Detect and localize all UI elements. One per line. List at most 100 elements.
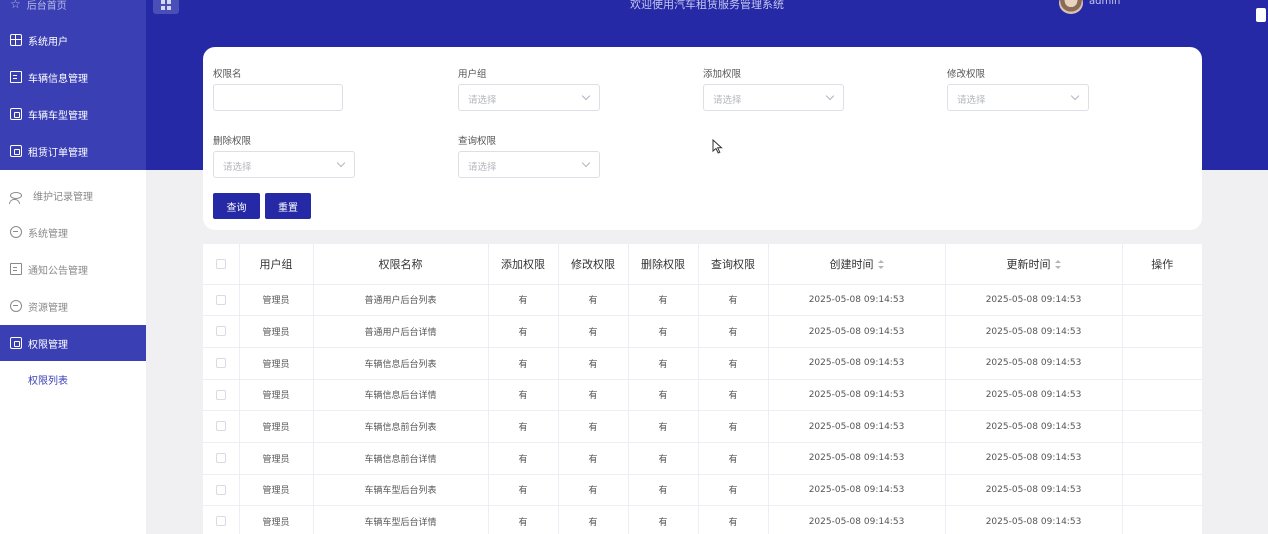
circle-icon — [10, 300, 22, 312]
table-row: 管理员 车辆信息后台列表有有有有 2025-05-08 09:14:53 2025-0… — [203, 347, 1202, 380]
user-icon — [9, 191, 22, 204]
cell-edit: 有 — [558, 442, 629, 475]
sidebar-item-label: 车辆信息管理 — [28, 73, 88, 85]
reset-button[interactable]: 重置 — [265, 193, 311, 219]
cell-add: 有 — [488, 505, 559, 534]
cell-user-group: 管理员 — [239, 474, 314, 507]
column-header-query: 查询权限 — [698, 244, 769, 285]
cell-actions[interactable] — [1122, 442, 1202, 475]
box-icon — [10, 145, 22, 157]
row-select-cell — [203, 442, 240, 475]
row-checkbox[interactable] — [215, 453, 226, 464]
cell-updated: 2025-05-08 09:14:53 — [945, 315, 1123, 348]
column-header-created[interactable]: 创建时间 — [768, 244, 946, 285]
table-row: 管理员 普通用户后台详情有有有有 2025-05-08 09:14:53 2025-0… — [203, 315, 1202, 348]
sidebar-item-home[interactable]: ☆ 后台首页 — [0, 0, 146, 22]
permission-name-input[interactable] — [213, 84, 343, 111]
row-checkbox[interactable] — [215, 357, 226, 368]
edit-permission-select[interactable]: 请选择 — [947, 84, 1089, 111]
column-header-user-group: 用户组 — [239, 244, 314, 285]
cell-actions[interactable] — [1122, 410, 1202, 443]
cell-permission-name: 普通用户后台详情 — [313, 315, 489, 348]
sidebar-item-resources[interactable]: 资源管理 — [0, 288, 146, 324]
sort-icon[interactable] — [1054, 260, 1061, 270]
row-checkbox[interactable] — [215, 389, 226, 400]
cell-add: 有 — [488, 315, 559, 348]
field-label-edit-permission: 修改权限 — [947, 69, 986, 80]
table-row: 管理员 车辆信息前台列表有有有有 2025-05-08 09:14:53 2025-0… — [203, 410, 1202, 443]
delete-permission-select[interactable]: 请选择 — [213, 151, 355, 178]
sidebar-item-system-users[interactable]: 系统用户 — [0, 22, 146, 58]
column-header-updated[interactable]: 更新时间 — [945, 244, 1123, 285]
chevron-down-icon — [825, 91, 835, 101]
user-group-select[interactable]: 请选择 — [458, 84, 600, 111]
add-permission-select[interactable]: 请选择 — [703, 84, 844, 111]
cell-actions[interactable] — [1122, 474, 1202, 507]
row-checkbox[interactable] — [215, 484, 226, 495]
cell-user-group: 管理员 — [239, 315, 314, 348]
cell-query: 有 — [698, 474, 769, 507]
table-row: 管理员 车辆信息后台详情有有有有 2025-05-08 09:14:53 2025-0… — [203, 379, 1202, 412]
sidebar-item-rental-orders[interactable]: 租赁订单管理 — [0, 133, 146, 169]
mouse-cursor-icon — [712, 139, 723, 154]
sidebar-item-announcements[interactable]: 通知公告管理 — [0, 251, 146, 287]
select-all-checkbox[interactable] — [215, 259, 226, 270]
cell-query: 有 — [698, 315, 769, 348]
username[interactable]: admin — [1089, 0, 1120, 7]
cell-user-group: 管理员 — [239, 347, 314, 380]
sidebar-item-vehicle-info[interactable]: 车辆信息管理 — [0, 59, 146, 95]
sidebar-item-label: 维护记录管理 — [33, 191, 93, 203]
cell-actions[interactable] — [1122, 505, 1202, 534]
cell-delete: 有 — [628, 410, 699, 443]
sidebar-item-vehicle-model[interactable]: 车辆车型管理 — [0, 96, 146, 132]
row-checkbox[interactable] — [215, 516, 226, 527]
row-checkbox[interactable] — [215, 421, 226, 432]
cell-created: 2025-05-08 09:14:53 — [768, 284, 946, 317]
cell-actions[interactable] — [1122, 347, 1202, 380]
scrollbar-handle[interactable] — [1256, 8, 1266, 22]
cell-query: 有 — [698, 442, 769, 475]
sidebar-item-permissions[interactable]: 权限管理 — [0, 325, 146, 361]
cell-add: 有 — [488, 474, 559, 507]
query-permission-select[interactable]: 请选择 — [458, 151, 600, 178]
sidebar-item-system-settings[interactable]: 系统管理 — [0, 214, 146, 250]
field-label-delete-permission: 删除权限 — [213, 136, 252, 147]
cell-delete: 有 — [628, 347, 699, 380]
cell-edit: 有 — [558, 379, 629, 412]
query-button[interactable]: 查询 — [213, 193, 260, 219]
chevron-down-icon — [336, 158, 346, 168]
sidebar-item-maintenance[interactable]: 维护记录管理 — [0, 177, 146, 213]
column-header-edit: 修改权限 — [558, 244, 629, 285]
cell-user-group: 管理员 — [239, 379, 314, 412]
box-icon — [10, 108, 22, 120]
cell-add: 有 — [488, 410, 559, 443]
row-select-cell — [203, 379, 240, 412]
row-checkbox[interactable] — [215, 294, 226, 305]
sidebar-subitem-permission-list[interactable]: 权限列表 — [28, 372, 68, 387]
row-select-cell — [203, 505, 240, 534]
cell-actions[interactable] — [1122, 284, 1202, 317]
cell-updated: 2025-05-08 09:14:53 — [945, 379, 1123, 412]
search-panel: 权限名 用户组 请选择 添加权限 请选择 修改权限 请选择 删除权限 请选择 查… — [203, 47, 1202, 230]
cell-delete: 有 — [628, 315, 699, 348]
cell-created: 2025-05-08 09:14:53 — [768, 474, 946, 507]
cell-actions[interactable] — [1122, 315, 1202, 348]
row-checkbox[interactable] — [215, 326, 226, 337]
box-icon — [10, 337, 22, 349]
menu-toggle-button[interactable] — [153, 0, 179, 14]
cell-edit: 有 — [558, 347, 629, 380]
cell-edit: 有 — [558, 315, 629, 348]
field-label-query-permission: 查询权限 — [458, 136, 497, 147]
star-icon: ☆ — [10, 0, 21, 11]
cell-permission-name: 车辆信息后台列表 — [313, 347, 489, 380]
cell-edit: 有 — [558, 474, 629, 507]
cell-actions[interactable] — [1122, 379, 1202, 412]
document-icon — [10, 71, 22, 83]
select-all-cell — [203, 244, 240, 285]
row-select-cell — [203, 347, 240, 380]
table-row: 管理员 普通用户后台列表有有有有 2025-05-08 09:14:53 2025-0… — [203, 284, 1202, 317]
sidebar-item-label: 租赁订单管理 — [28, 147, 88, 159]
cell-updated: 2025-05-08 09:14:53 — [945, 284, 1123, 317]
sort-icon[interactable] — [877, 260, 884, 270]
cell-edit: 有 — [558, 505, 629, 534]
